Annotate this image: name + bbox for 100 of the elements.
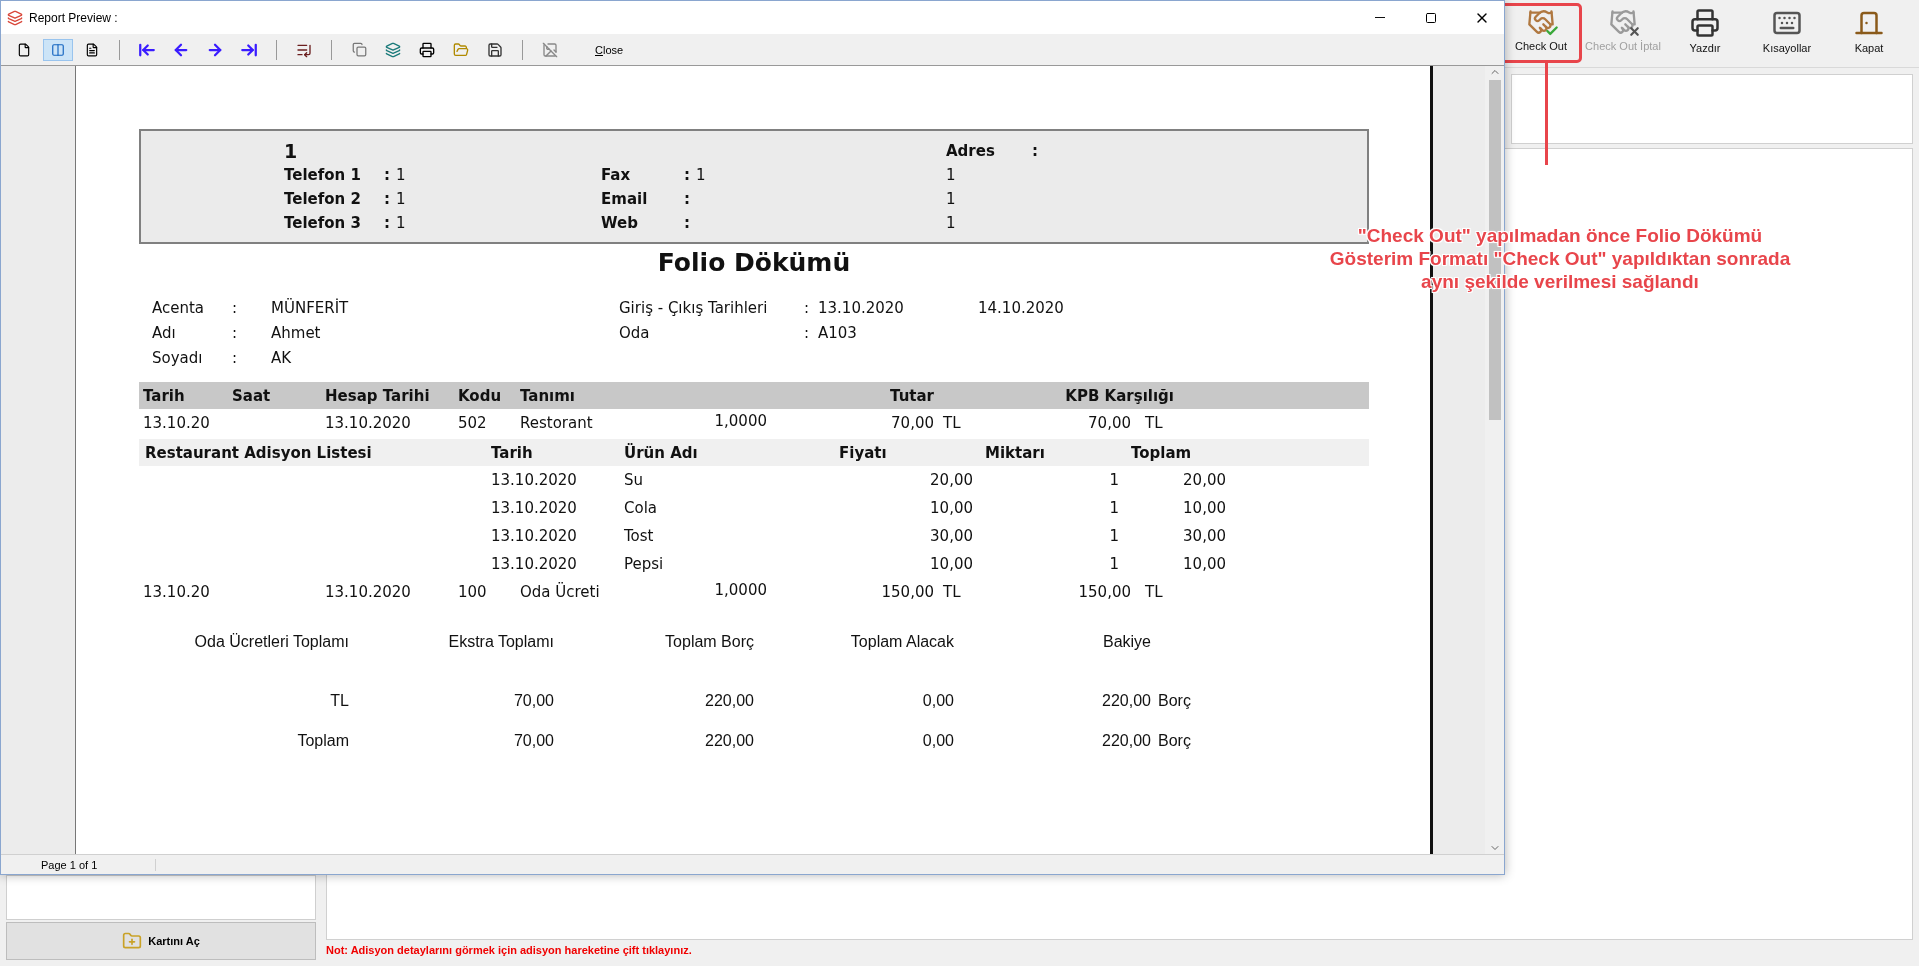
minimize-icon (1374, 17, 1385, 18)
table-cell-text: TL (942, 414, 962, 432)
table-cell-text: 70,00 (890, 414, 934, 432)
table-cell-text: 10,00 (1182, 499, 1226, 517)
field-label: Telefon 2 (284, 190, 362, 208)
status-text: Page 1 of 1 (1, 858, 156, 871)
table-cell-text: 20,00 (1182, 471, 1226, 489)
field-label: Oda (619, 323, 651, 342)
table-cell-text: 20,00 (929, 471, 973, 489)
separator: : (1032, 142, 1038, 160)
field-value: 1 (946, 214, 956, 232)
toolbar-button[interactable]: Kapat (1829, 4, 1909, 62)
separator: : (384, 166, 390, 184)
page-width-icon (51, 42, 65, 57)
handshake-icon (1609, 8, 1637, 36)
separator: : (232, 298, 239, 317)
field-value: MÜNFERİT (271, 298, 350, 317)
table-cell-text: Pepsi (624, 555, 665, 573)
field-label: Soyadı (152, 348, 204, 367)
table-cell-text: 13.10.2020 (491, 499, 578, 517)
column-header: Tarih (142, 386, 186, 405)
table-cell-text: TL (1144, 414, 1164, 432)
toolbar-button[interactable]: Check Out (1501, 4, 1581, 62)
table-cell-text: 30,00 (1182, 527, 1226, 545)
table-cell-text: TL (942, 583, 962, 601)
summary-value: Borç (1157, 691, 1192, 710)
field-value: AK (271, 348, 293, 367)
table-cell-text: 100 (458, 583, 488, 601)
table-cell-text: 13.10.2020 (325, 583, 412, 601)
summary-header: Oda Ücretleri Toplamı (193, 632, 349, 652)
field-value: 1 (396, 190, 406, 208)
document-icon (85, 42, 99, 57)
table-cell-text: Restorant (520, 414, 594, 432)
window-title: Report Preview : (29, 10, 119, 25)
table-cell-text: 30,00 (929, 527, 973, 545)
column-header: Hesap Tarihi (325, 386, 431, 405)
table-cell-text: 1,0000 (713, 580, 767, 599)
field-value: 1 (696, 166, 706, 184)
separator: : (232, 348, 239, 367)
folder-icon (453, 41, 469, 58)
section-title: Restaurant Adisyon Listesi (144, 443, 373, 462)
separator: : (684, 190, 690, 208)
toolbar-button[interactable]: Kısayollar (1747, 4, 1827, 62)
field-value: 13.10.2020 (818, 298, 905, 317)
field-label: Acenta (152, 298, 206, 317)
summary-value: 220,00 (1101, 731, 1151, 750)
table-cell-text: 1,0000 (713, 411, 767, 430)
table-cell-text: 13.10.2020 (325, 414, 412, 432)
close-button[interactable]: Close (591, 43, 628, 56)
table-cell-text: 1 (1108, 499, 1119, 517)
field-value: A103 (818, 323, 858, 342)
table-cell-text: 150,00 (1077, 583, 1131, 601)
field-label: Fax (601, 166, 632, 184)
table-cell-text: Tost (624, 527, 655, 545)
column-header: Toplam (1131, 443, 1193, 462)
field-label: Telefon 3 (284, 214, 362, 232)
column-header: KPB Karşılığı (1064, 386, 1174, 405)
table-cell-text: TL (1144, 583, 1164, 601)
printer-icon (1690, 8, 1720, 38)
table-cell-text: 1 (1108, 555, 1119, 573)
field-label: Telefon 1 (284, 166, 362, 184)
column-header: Fiyatı (839, 443, 888, 462)
printer-icon (419, 41, 435, 58)
field-value: 1 (946, 190, 956, 208)
table-cell-text: 1 (1108, 527, 1119, 545)
open-card-button[interactable]: Kartını Aç (6, 922, 316, 960)
table-cell-text: 70,00 (1087, 414, 1131, 432)
summary-value: 220,00 (704, 691, 754, 710)
table-cell-text: 13.10.20 (142, 414, 211, 432)
table-cell-text: 502 (458, 414, 488, 432)
field-value: 1 (946, 166, 956, 184)
summary-label: TL (329, 691, 349, 710)
table-cell-text: 13.10.2020 (491, 527, 578, 545)
column-header: Ürün Adı (624, 443, 699, 462)
column-header: Kodu (458, 386, 503, 405)
separator: : (232, 323, 239, 342)
column-header: Tutar (889, 386, 934, 405)
separator: : (384, 190, 390, 208)
handshake-icon (1527, 8, 1555, 36)
table-cell-text: Oda Ücreti (520, 583, 601, 601)
maximize-icon (1424, 11, 1437, 24)
separator: : (384, 214, 390, 232)
summary-header: Bakiye (1101, 632, 1151, 652)
summary-value: 70,00 (512, 731, 554, 750)
toolbar-button[interactable]: Yazdır (1665, 4, 1745, 62)
field-value: 14.10.2020 (978, 298, 1065, 317)
table-cell-text: 13.10.2020 (491, 471, 578, 489)
field-label: Web (601, 214, 639, 232)
summary-header: Toplam Alacak (849, 632, 954, 652)
table-cell-text: 10,00 (929, 555, 973, 573)
summary-value: 0,00 (921, 731, 954, 750)
summary-value: 0,00 (921, 691, 954, 710)
field-label: Giriş - Çıkış Tarihleri (619, 298, 769, 317)
table-cell-text: 10,00 (929, 499, 973, 517)
page-icon (17, 42, 31, 57)
field-label: Adı (152, 323, 177, 342)
summary-value: 220,00 (704, 731, 754, 750)
company-name: 1 (284, 140, 299, 162)
field-value: 1 (396, 166, 406, 184)
image-icon (542, 41, 558, 58)
